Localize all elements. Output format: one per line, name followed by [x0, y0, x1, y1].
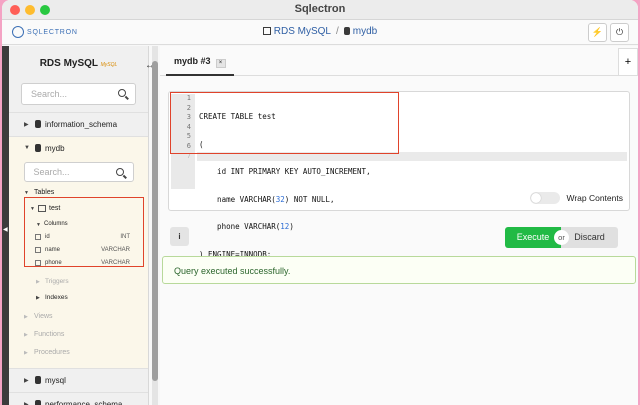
caret-right-icon: ▶ — [24, 402, 29, 405]
or-divider: or — [554, 230, 569, 245]
functions-group[interactable]: ▶ Functions — [9, 328, 148, 346]
search-placeholder: Search... — [31, 89, 68, 99]
caret-right-icon: ▶ — [24, 332, 28, 338]
highlight-box-table — [24, 197, 144, 267]
database-search-input[interactable]: Search... — [21, 83, 136, 105]
breadcrumb: RDS MySQL / mydb — [2, 26, 638, 37]
code-line: phone VARCHAR(12) — [199, 222, 294, 232]
app-header: SQLECTRON RDS MySQL / mydb ⚡ ⏻ — [2, 20, 638, 45]
caret-right-icon: ▶ — [36, 295, 40, 301]
database-icon — [35, 376, 41, 384]
views-label: Views — [34, 313, 53, 320]
code-line: name VARCHAR(32) NOT NULL, — [199, 194, 335, 204]
breadcrumb-separator: / — [336, 26, 339, 37]
tab-label: mydb #3 — [174, 56, 211, 66]
database-header-mydb[interactable]: ▼ mydb — [9, 137, 148, 161]
functions-label: Functions — [34, 331, 65, 338]
database-label: performance_schema — [45, 400, 123, 405]
mysql-logo: MySQL — [100, 62, 118, 68]
database-icon — [35, 120, 41, 128]
main-panel: mydb #3 × + 1 2 3 4 5 6 7 CREATE TABLE te… — [160, 46, 638, 405]
caret-right-icon: ▶ — [24, 350, 28, 356]
views-group[interactable]: ▶ Views — [9, 310, 148, 328]
indexes-label: Indexes — [45, 294, 68, 301]
database-item-performance-schema[interactable]: ▶ performance_schema — [9, 392, 148, 405]
caret-right-icon: ▶ — [36, 279, 40, 285]
caret-right-icon: ▶ — [24, 378, 29, 384]
database-item-mysql[interactable]: ▶ mysql — [9, 368, 148, 392]
tab-mydb-3[interactable]: mydb #3 × — [166, 50, 234, 76]
indexes-group[interactable]: ▶ Indexes — [9, 291, 148, 307]
search-placeholder: Search... — [33, 167, 70, 177]
close-tab-icon[interactable]: × — [215, 59, 226, 68]
wrap-contents-label: Wrap Contents — [566, 193, 623, 203]
procedures-label: Procedures — [34, 349, 70, 356]
sidebar: RDS MySQL MySQL Search... ▶ information_… — [9, 46, 149, 405]
execute-button[interactable]: Execute — [505, 227, 561, 248]
database-icon — [35, 400, 41, 405]
app-window: Sqlectron SQLECTRON RDS MySQL / mydb ⚡ ⏻ ◀… — [2, 0, 638, 405]
scrollbar-thumb[interactable] — [152, 61, 158, 381]
add-tab-button[interactable]: + — [618, 48, 638, 76]
server-title-label: RDS MySQL — [39, 58, 98, 69]
database-label: information_schema — [45, 120, 118, 129]
toggle-switch[interactable] — [530, 192, 561, 204]
sidebar-collapse-handle[interactable]: ◀ — [2, 46, 9, 405]
caret-right-icon: ▶ — [24, 122, 29, 128]
caret-down-icon: ▼ — [24, 190, 29, 196]
search-icon — [118, 89, 126, 97]
database-item-information-schema[interactable]: ▶ information_schema — [9, 112, 148, 136]
sidebar-scrollbar[interactable] — [152, 46, 158, 405]
server-icon — [262, 27, 271, 35]
tables-label: Tables — [34, 189, 55, 196]
database-label: mydb — [45, 144, 65, 153]
power-icon: ⏻ — [615, 27, 624, 37]
highlight-box-code — [170, 92, 399, 154]
success-message: Query executed successfully. — [162, 256, 636, 284]
database-icon — [343, 27, 350, 35]
code-line: id INT PRIMARY KEY AUTO_INCREMENT, — [199, 167, 371, 177]
wrap-contents-toggle[interactable]: Wrap Contents — [530, 192, 623, 204]
caret-down-icon: ▼ — [24, 145, 30, 151]
info-button[interactable]: i — [170, 227, 189, 246]
discard-button[interactable]: Discard — [561, 227, 618, 248]
breadcrumb-database[interactable]: mydb — [353, 26, 377, 37]
caret-left-icon: ◀ — [3, 227, 8, 233]
database-icon — [35, 144, 41, 152]
triggers-group[interactable]: ▶ Triggers — [9, 275, 148, 291]
breadcrumb-server[interactable]: RDS MySQL — [274, 26, 331, 37]
caret-right-icon: ▶ — [24, 314, 28, 320]
procedures-group[interactable]: ▶ Procedures — [9, 346, 148, 364]
disconnect-button[interactable]: ⚡ — [588, 23, 607, 42]
database-item-mydb: ▼ mydb Search... ▼ Tables ▼ test ▼ Colum… — [9, 136, 148, 368]
query-tabs: mydb #3 × + — [160, 46, 638, 76]
sql-editor[interactable]: 1 2 3 4 5 6 7 CREATE TABLE test ( id INT… — [168, 91, 630, 259]
table-search-input[interactable]: Search... — [23, 162, 134, 182]
search-icon — [115, 168, 124, 176]
title-bar: Sqlectron — [2, 0, 638, 20]
plug-icon: ⚡ — [591, 27, 604, 37]
server-title: RDS MySQL MySQL — [9, 58, 148, 69]
power-button[interactable]: ⏻ — [610, 23, 629, 42]
database-label: mysql — [45, 376, 66, 385]
triggers-label: Triggers — [45, 278, 69, 285]
window-title: Sqlectron — [294, 3, 346, 15]
